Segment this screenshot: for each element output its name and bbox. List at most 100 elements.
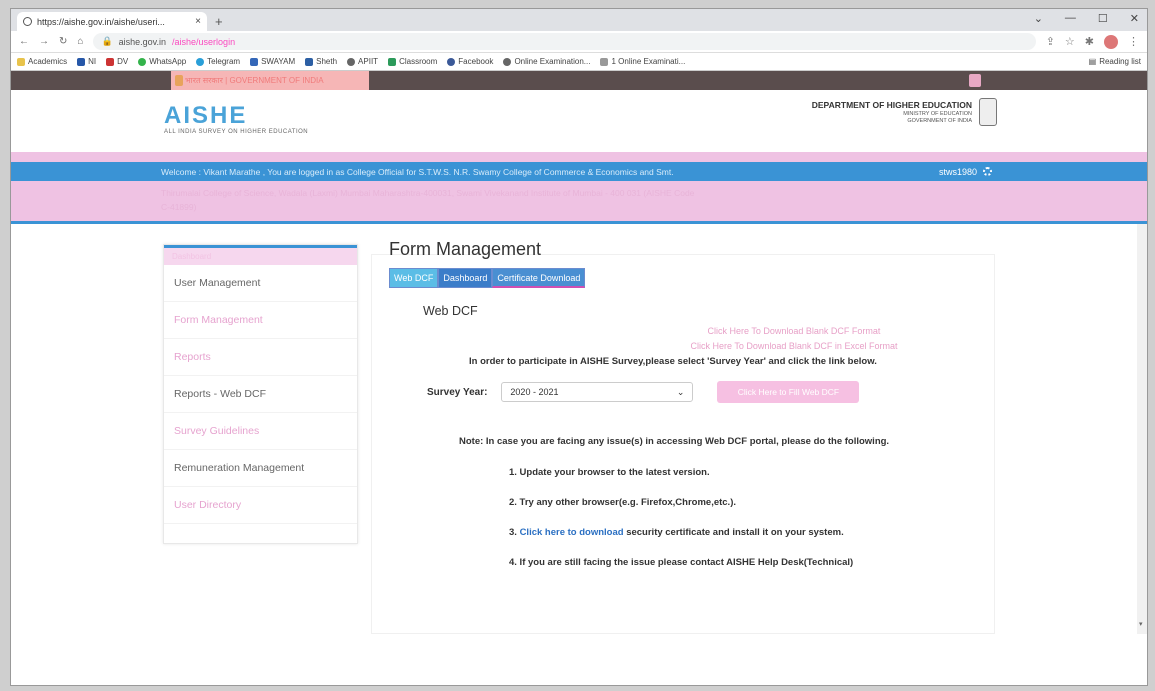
bookmark-item[interactable]: Academics xyxy=(17,57,67,66)
sidebar: Dashboard User Management Form Managemen… xyxy=(163,244,358,544)
content-area: Dashboard User Management Form Managemen… xyxy=(11,224,1147,634)
tab-dashboard[interactable]: Dashboard xyxy=(438,268,493,288)
bookmark-item[interactable]: Online Examination... xyxy=(503,57,590,66)
sidebar-item-reports-web-dcf[interactable]: Reports - Web DCF xyxy=(164,376,357,413)
logo-text: AISHE xyxy=(164,102,248,129)
home-icon[interactable]: ⌂ xyxy=(77,36,83,47)
sidebar-item-survey-guidelines[interactable]: Survey Guidelines xyxy=(164,413,357,450)
page-scrollbar[interactable]: ▾ xyxy=(1137,224,1147,634)
sidebar-item-remuneration-management[interactable]: Remuneration Management xyxy=(164,450,357,487)
gear-icon[interactable] xyxy=(983,167,992,176)
bookmark-item[interactable]: WhatsApp xyxy=(138,57,186,66)
window-controls: ⌄ — ☐ ✕ xyxy=(1034,12,1139,25)
page-icon xyxy=(600,57,609,66)
aishe-logo[interactable]: AISHE ALL INDIA SURVEY ON HIGHER EDUCATI… xyxy=(164,102,309,136)
globe-icon xyxy=(503,57,512,66)
instruction-text: In order to participate in AISHE Survey,… xyxy=(469,356,877,367)
extension-icon[interactable]: ✱ xyxy=(1085,35,1094,49)
main-content: Form Management Web DCF Dashboard Certif… xyxy=(389,224,997,568)
tab-title: https://aishe.gov.in/aishe/useri... xyxy=(37,16,165,27)
user-id: stws1980 xyxy=(938,166,977,177)
bookmark-icon xyxy=(77,57,86,66)
department-block: DEPARTMENT OF HIGHER EDUCATION MINISTRY … xyxy=(812,100,972,124)
survey-year-value: 2020 - 2021 xyxy=(510,387,559,397)
share-icon[interactable]: ⇪ xyxy=(1046,35,1055,49)
browser-actions: ⇪ ☆ ✱ ⋮ xyxy=(1046,34,1139,49)
menu-icon[interactable]: ⋮ xyxy=(1128,35,1139,49)
bookmark-item[interactable]: Telegram xyxy=(196,57,240,66)
step-2: 2. Try any other browser(e.g. Firefox,Ch… xyxy=(509,497,737,508)
back-icon[interactable]: ← xyxy=(19,36,29,47)
address-path: /aishe/userlogin xyxy=(172,36,236,47)
close-window-icon[interactable]: ✕ xyxy=(1130,12,1139,25)
address-input[interactable]: 🔒 aishe.gov.in/aishe/userlogin xyxy=(93,33,1036,50)
section-title: Web DCF xyxy=(423,304,478,318)
bookmark-item[interactable]: NI xyxy=(77,57,96,66)
whatsapp-icon xyxy=(138,57,147,66)
close-tab-icon[interactable]: × xyxy=(195,16,201,27)
form-tabs: Web DCF Dashboard Certificate Download xyxy=(389,268,997,288)
bookmark-item[interactable]: Classroom xyxy=(388,57,437,66)
survey-year-row: Survey Year: 2020 - 2021 ⌄ Click Here to… xyxy=(427,381,997,403)
emblem-icon xyxy=(175,75,183,86)
gov-strip-text: भारत सरकार | GOVERNMENT OF INDIA xyxy=(171,71,369,90)
government-name: GOVERNMENT OF INDIA xyxy=(907,118,972,124)
profile-avatar[interactable] xyxy=(1104,34,1118,49)
bookmark-item[interactable]: Facebook xyxy=(447,57,493,66)
lock-icon: 🔒 xyxy=(101,36,113,46)
bookmark-item[interactable]: 1 Online Examinati... xyxy=(600,57,685,66)
bookmark-item[interactable]: SWAYAM xyxy=(250,57,295,66)
ministry-name: MINISTRY OF EDUCATION xyxy=(903,111,972,117)
address-bar-row: ← → ↻ ⌂ 🔒 aishe.gov.in/aishe/userlogin ⇪… xyxy=(11,31,1147,53)
step-3-suffix: security certificate and install it on y… xyxy=(623,527,844,538)
folder-icon xyxy=(17,57,25,66)
bookmark-icon xyxy=(250,57,259,66)
bookmark-item[interactable]: Sheth xyxy=(305,57,337,66)
sidebar-header[interactable]: Dashboard xyxy=(164,245,357,265)
bookmark-item[interactable]: DV xyxy=(106,57,128,66)
address-host: aishe.gov.in xyxy=(118,36,167,47)
tab-web-dcf[interactable]: Web DCF xyxy=(389,268,439,288)
minimize-icon[interactable]: — xyxy=(1065,12,1076,25)
tab-certificate-download[interactable]: Certificate Download xyxy=(492,268,586,288)
reading-list-button[interactable]: ▤ Reading list xyxy=(1089,57,1141,66)
scroll-down-icon[interactable]: ▾ xyxy=(1139,620,1145,628)
classroom-icon xyxy=(388,57,397,66)
sidebar-item-user-directory[interactable]: User Directory xyxy=(164,487,357,524)
step-4: 4. If you are still facing the issue ple… xyxy=(509,557,854,568)
institute-text: Thirumalai College of Science, Wadala (L… xyxy=(161,188,695,198)
reload-icon[interactable]: ↻ xyxy=(59,36,67,47)
survey-year-select[interactable]: 2020 - 2021 ⌄ xyxy=(501,382,694,402)
maximize-icon[interactable]: ☐ xyxy=(1098,12,1108,25)
facebook-icon xyxy=(447,57,456,66)
welcome-text: Welcome : Vikant Marathe , You are logge… xyxy=(161,166,674,177)
step-3-prefix: 3. xyxy=(509,527,520,538)
logo-subtitle: ALL INDIA SURVEY ON HIGHER EDUCATION xyxy=(164,129,309,135)
fill-web-dcf-button[interactable]: Click Here to Fill Web DCF xyxy=(717,381,860,403)
dropdown-icon[interactable]: ⌄ xyxy=(1034,12,1043,25)
survey-year-label: Survey Year: xyxy=(427,386,488,398)
star-icon[interactable]: ☆ xyxy=(1065,35,1075,49)
new-tab-icon[interactable]: + xyxy=(215,14,223,29)
chevron-down-icon: ⌄ xyxy=(676,386,685,397)
user-menu[interactable]: stws1980 xyxy=(939,162,992,181)
department-name: DEPARTMENT OF HIGHER EDUCATION xyxy=(811,100,972,110)
bookmark-item[interactable]: APIIT xyxy=(347,57,378,66)
bookmark-icon xyxy=(305,57,314,66)
reading-list-icon: ▤ xyxy=(1088,57,1097,66)
download-blank-dcf-link[interactable]: Click Here To Download Blank DCF Format xyxy=(389,326,989,336)
note-text: Note: In case you are facing any issue(s… xyxy=(459,436,890,447)
sidebar-item-form-management[interactable]: Form Management xyxy=(164,302,357,339)
globe-icon xyxy=(347,57,356,66)
browser-tab[interactable]: https://aishe.gov.in/aishe/useri... × xyxy=(17,12,207,31)
download-certificate-link[interactable]: Click here to download xyxy=(520,527,624,538)
sidebar-item-user-management[interactable]: User Management xyxy=(164,265,357,302)
gov-strip: भारत सरकार | GOVERNMENT OF INDIA xyxy=(11,71,1147,90)
national-emblem-icon xyxy=(979,98,997,126)
telegram-icon xyxy=(196,57,205,66)
forward-icon[interactable]: → xyxy=(39,36,49,47)
welcome-panel: Welcome : Vikant Marathe , You are logge… xyxy=(11,152,1147,224)
download-excel-dcf-link[interactable]: Click Here To Download Blank DCF in Exce… xyxy=(389,341,989,351)
step-3: 3. Click here to download security certi… xyxy=(509,527,997,538)
sidebar-item-reports[interactable]: Reports xyxy=(164,339,357,376)
